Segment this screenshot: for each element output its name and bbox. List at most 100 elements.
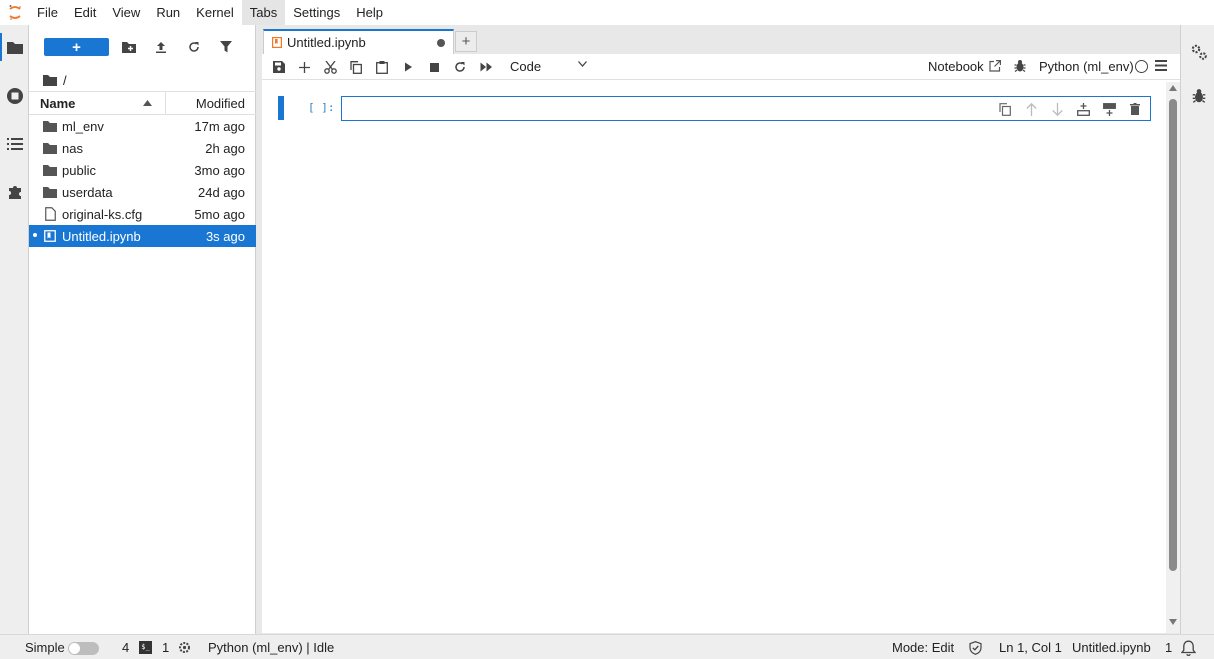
new-launcher-button[interactable]: + — [44, 38, 109, 56]
duplicate-icon — [999, 102, 1011, 116]
menu-edit[interactable]: Edit — [66, 0, 104, 25]
bell-icon[interactable] — [1181, 640, 1196, 656]
status-bar: Simple 4 $_ 1 Python (ml_env) | Idle Mod… — [0, 634, 1214, 659]
filter-button[interactable] — [216, 38, 236, 56]
breadcrumb: / — [43, 69, 67, 91]
scrollbar-thumb[interactable] — [1169, 99, 1177, 571]
trash-icon — [1130, 103, 1140, 115]
breadcrumb-root[interactable]: / — [63, 73, 67, 88]
chevron-down-icon[interactable] — [578, 61, 587, 67]
new-launcher-label: + — [72, 38, 81, 56]
code-cell-editor[interactable] — [341, 96, 1151, 121]
column-name-header[interactable]: Name — [40, 96, 75, 111]
upload-button[interactable] — [151, 38, 171, 56]
arrow-up-icon — [1025, 102, 1037, 116]
debugger-bug-icon[interactable] — [1014, 59, 1026, 73]
folder-icon — [43, 185, 57, 199]
new-tab-button[interactable]: + — [455, 31, 477, 52]
menu-icon[interactable] — [1155, 60, 1167, 71]
cell-type-select[interactable]: Code — [510, 57, 592, 77]
folder-icon[interactable] — [43, 74, 57, 86]
menu-kernel[interactable]: Kernel — [188, 0, 242, 25]
restart-kernel-button[interactable] — [452, 59, 468, 75]
right-sidebar-tabs — [1180, 25, 1214, 634]
duplicate-cell-button[interactable] — [998, 102, 1012, 116]
cell-type-value: Code — [510, 59, 542, 74]
file-browser-tab-icon[interactable] — [0, 33, 29, 61]
insert-cell-above-button[interactable] — [1076, 102, 1090, 116]
kernels-count[interactable]: 1 — [162, 640, 169, 655]
column-divider[interactable] — [165, 92, 166, 114]
external-link-icon[interactable] — [989, 60, 1001, 72]
folder-icon — [43, 163, 57, 177]
column-modified-header[interactable]: Modified — [196, 96, 245, 111]
tab-untitled-ipynb[interactable]: Untitled.ipynb — [263, 29, 454, 54]
menu-view[interactable]: View — [104, 0, 148, 25]
kernel-name-button[interactable]: Python (ml_env) — [1039, 59, 1134, 74]
property-inspector-tab-icon[interactable] — [1184, 38, 1213, 66]
play-icon — [404, 62, 412, 72]
menu-tabs[interactable]: Tabs — [241, 0, 286, 25]
paste-button[interactable] — [374, 59, 390, 75]
file-name: public — [62, 162, 96, 178]
left-sidebar-tabs — [0, 25, 29, 634]
new-folder-icon — [122, 41, 136, 53]
file-row-ml-env[interactable]: ml_env 17m ago — [29, 115, 256, 137]
move-cell-up-button[interactable] — [1024, 102, 1038, 116]
file-name: Untitled.ipynb — [62, 228, 141, 244]
scroll-down-arrow-icon[interactable] — [1169, 619, 1177, 625]
file-row-userdata[interactable]: userdata 24d ago — [29, 181, 256, 203]
trust-shield-icon[interactable] — [969, 641, 982, 655]
refresh-icon — [189, 42, 199, 52]
move-cell-down-button[interactable] — [1050, 102, 1064, 116]
cell-input-prompt: [ ]: — [308, 101, 335, 114]
file-name: nas — [62, 140, 83, 156]
menu-help[interactable]: Help — [348, 0, 391, 25]
file-name: ml_env — [62, 118, 104, 134]
copy-button[interactable] — [348, 59, 364, 75]
menu-file[interactable]: File — [29, 0, 66, 25]
sort-ascending-icon[interactable] — [143, 100, 152, 106]
save-button[interactable] — [271, 59, 287, 75]
file-row-nas[interactable]: nas 2h ago — [29, 137, 256, 159]
debugger-tab-icon[interactable] — [1184, 82, 1213, 110]
kernel-idle-status-icon — [1135, 60, 1148, 73]
refresh-button[interactable] — [184, 38, 204, 56]
editor-mode: Mode: Edit — [892, 640, 955, 655]
cursor-position[interactable]: Ln 1, Col 1 — [999, 640, 1062, 655]
restart-run-all-button[interactable] — [478, 59, 494, 75]
save-icon — [273, 61, 285, 73]
open-in-notebook-link[interactable]: Notebook — [928, 59, 984, 74]
menu-run[interactable]: Run — [148, 0, 188, 25]
delete-cell-button[interactable] — [1128, 102, 1142, 116]
kernel-gear-icon[interactable] — [178, 641, 191, 654]
scroll-up-arrow-icon[interactable] — [1169, 85, 1177, 91]
terminal-icon[interactable]: $_ — [139, 641, 152, 654]
active-cell-collapser[interactable] — [278, 96, 284, 120]
notebook-scrollbar[interactable] — [1166, 82, 1180, 633]
file-row-untitled-ipynb[interactable]: Untitled.ipynb 3s ago — [29, 225, 256, 247]
menu-settings[interactable]: Settings — [285, 0, 348, 25]
terminals-count[interactable]: 4 — [122, 640, 129, 655]
simple-mode-toggle[interactable] — [68, 642, 99, 655]
interrupt-kernel-button[interactable] — [426, 59, 442, 75]
current-file-name: Untitled.ipynb — [1072, 640, 1151, 655]
file-icon — [43, 207, 57, 221]
file-row-original-ks-cfg[interactable]: original-ks.cfg 5mo ago — [29, 203, 256, 225]
file-modified: 2h ago — [205, 140, 245, 156]
insert-cell-below-button[interactable] — [1102, 102, 1116, 116]
main-dock-area: Untitled.ipynb + Code Notebook Python (m… — [262, 25, 1180, 634]
notification-count[interactable]: 1 — [1165, 640, 1172, 655]
table-of-contents-tab-icon[interactable] — [0, 130, 29, 158]
insert-cell-button[interactable] — [296, 59, 312, 75]
unsaved-dot-icon[interactable] — [437, 39, 445, 47]
run-cell-button[interactable] — [400, 59, 416, 75]
kernel-status-text[interactable]: Python (ml_env) | Idle — [208, 640, 334, 655]
file-row-public[interactable]: public 3mo ago — [29, 159, 256, 181]
file-modified: 5mo ago — [194, 206, 245, 222]
new-folder-button[interactable] — [119, 38, 139, 56]
filter-icon — [220, 41, 232, 53]
extensions-tab-icon[interactable] — [0, 177, 29, 205]
running-sessions-tab-icon[interactable] — [0, 82, 29, 110]
cut-button[interactable] — [322, 59, 338, 75]
